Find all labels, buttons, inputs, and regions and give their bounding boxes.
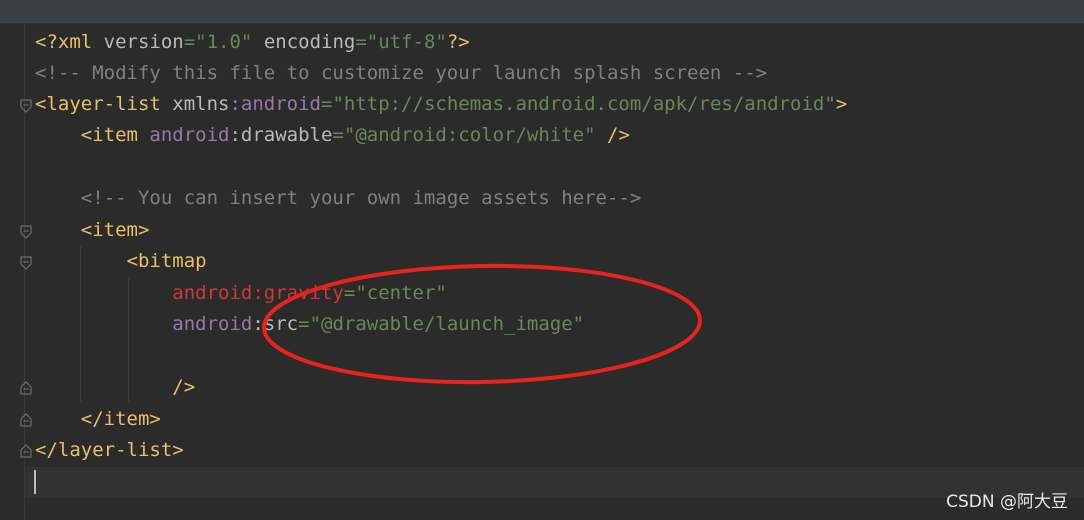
code-line-6[interactable]: <!-- You can insert your own image asset… <box>35 183 642 214</box>
fold-open-icon[interactable] <box>18 224 34 240</box>
equals-sign: = <box>183 31 196 53</box>
xml-declaration-close: ?> <box>446 31 470 53</box>
attribute-value: "@drawable/launch_image" <box>309 313 585 335</box>
code-editor[interactable]: <?xml version="1.0" encoding="utf-8"?> <… <box>0 0 1084 520</box>
editor-top-bar <box>0 0 1084 24</box>
tag-open: <bitmap <box>126 250 207 272</box>
equals-sign: = <box>298 313 310 335</box>
attribute-name: :src <box>252 313 299 335</box>
xml-comment: <!-- You can insert your own image asset… <box>80 187 642 209</box>
attribute-value: "http://schemas.android.com/apk/res/andr… <box>332 93 836 115</box>
namespace-prefix: android <box>172 313 253 335</box>
tag-close: </layer-list> <box>35 439 184 461</box>
current-line-highlight <box>25 467 1084 498</box>
tag-self-close: /> <box>172 376 196 398</box>
code-line-2[interactable]: <!-- Modify this file to customize your … <box>35 58 767 89</box>
fold-open-icon[interactable] <box>18 255 34 271</box>
code-line-12[interactable]: /> <box>35 372 195 403</box>
equals-sign: = <box>355 31 367 53</box>
xml-declaration-open: <?xml <box>35 31 104 53</box>
equals-sign: = <box>332 124 344 146</box>
namespace-prefix: :android <box>229 93 321 115</box>
fold-close-icon[interactable] <box>18 412 34 428</box>
attribute-value: "center" <box>355 282 447 304</box>
code-line-3[interactable]: <layer-list xmlns:android="http://schema… <box>35 89 847 120</box>
tag-open: <item> <box>80 219 150 241</box>
fold-close-icon[interactable] <box>18 443 34 459</box>
attribute-name: version <box>103 31 184 53</box>
code-line-4[interactable]: <item android:drawable="@android:color/w… <box>35 120 630 151</box>
attribute-name-error: android:gravity <box>172 282 344 304</box>
tag-self-close: /> <box>595 124 630 146</box>
fold-close-icon[interactable] <box>18 380 34 396</box>
attribute-value: "1.0" <box>195 31 253 53</box>
equals-sign: = <box>321 93 333 115</box>
namespace-prefix: android <box>149 124 230 146</box>
tag-close: > <box>835 93 848 115</box>
attribute-value: "utf-8" <box>366 31 447 53</box>
tag-close: </item> <box>80 408 161 430</box>
tag-open: <item <box>80 124 150 146</box>
text-caret <box>34 470 36 494</box>
code-line-7[interactable]: <item> <box>35 215 150 246</box>
equals-sign: = <box>343 282 356 304</box>
code-line-14[interactable]: </layer-list> <box>35 435 184 466</box>
attribute-name: :drawable <box>229 124 333 146</box>
code-line-10[interactable]: android:src="@drawable/launch_image" <box>35 309 584 340</box>
watermark: CSDN @阿大豆 <box>946 492 1068 512</box>
code-line-13[interactable]: </item> <box>35 404 161 435</box>
attribute-name: xmlns <box>172 93 230 115</box>
attribute-value: "@android:color/white" <box>343 124 596 146</box>
tag-open: <layer-list <box>35 93 173 115</box>
xml-comment: <!-- Modify this file to customize your … <box>35 62 768 84</box>
code-line-1[interactable]: <?xml version="1.0" encoding="utf-8"?> <box>35 27 470 58</box>
code-line-8[interactable]: <bitmap <box>35 246 207 277</box>
fold-open-icon[interactable] <box>18 98 34 114</box>
code-line-9[interactable]: android:gravity="center" <box>35 278 447 309</box>
attribute-name: encoding <box>252 31 356 53</box>
